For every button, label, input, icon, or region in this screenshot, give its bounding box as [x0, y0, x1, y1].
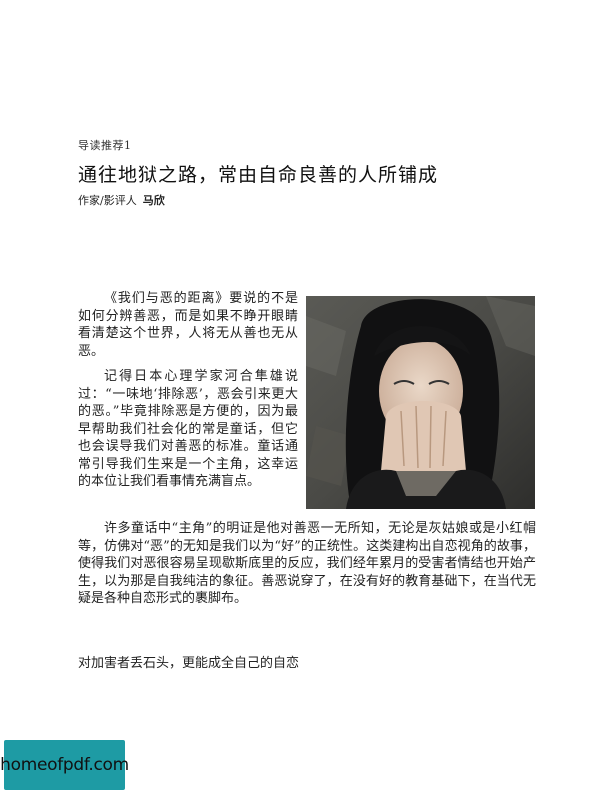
watermark-text: homeofpdf.com	[0, 755, 129, 775]
author-photo	[306, 296, 535, 509]
subheading: 对加害者丢石头，更能成全自己的自恋	[78, 656, 300, 671]
page-title: 通往地狱之路，常由自命良善的人所铺成	[78, 164, 439, 186]
author-name: 马欣	[142, 194, 165, 207]
section-label: 导读推荐1	[78, 139, 132, 152]
paragraph-3: 许多童话中“主角”的明证是他对善恶一无所知，无论是灰姑娘或是小红帽等，仿佛对“恶…	[78, 521, 536, 606]
paragraph-2: 记得日本心理学家河合隼雄说过：“一味地‘排除恶’，恶会引来更大的恶。”毕竟排除恶…	[78, 369, 298, 489]
author-role: 作家/影评人	[78, 194, 137, 207]
paragraph-1: 《我们与恶的距离》要说的不是如何分辨善恶，而是如果不睁开眼睛看清楚这个世界，人将…	[78, 291, 298, 359]
watermark-badge[interactable]: homeofpdf.com	[0, 740, 129, 790]
byline: 作家/影评人 马欣	[78, 192, 165, 208]
